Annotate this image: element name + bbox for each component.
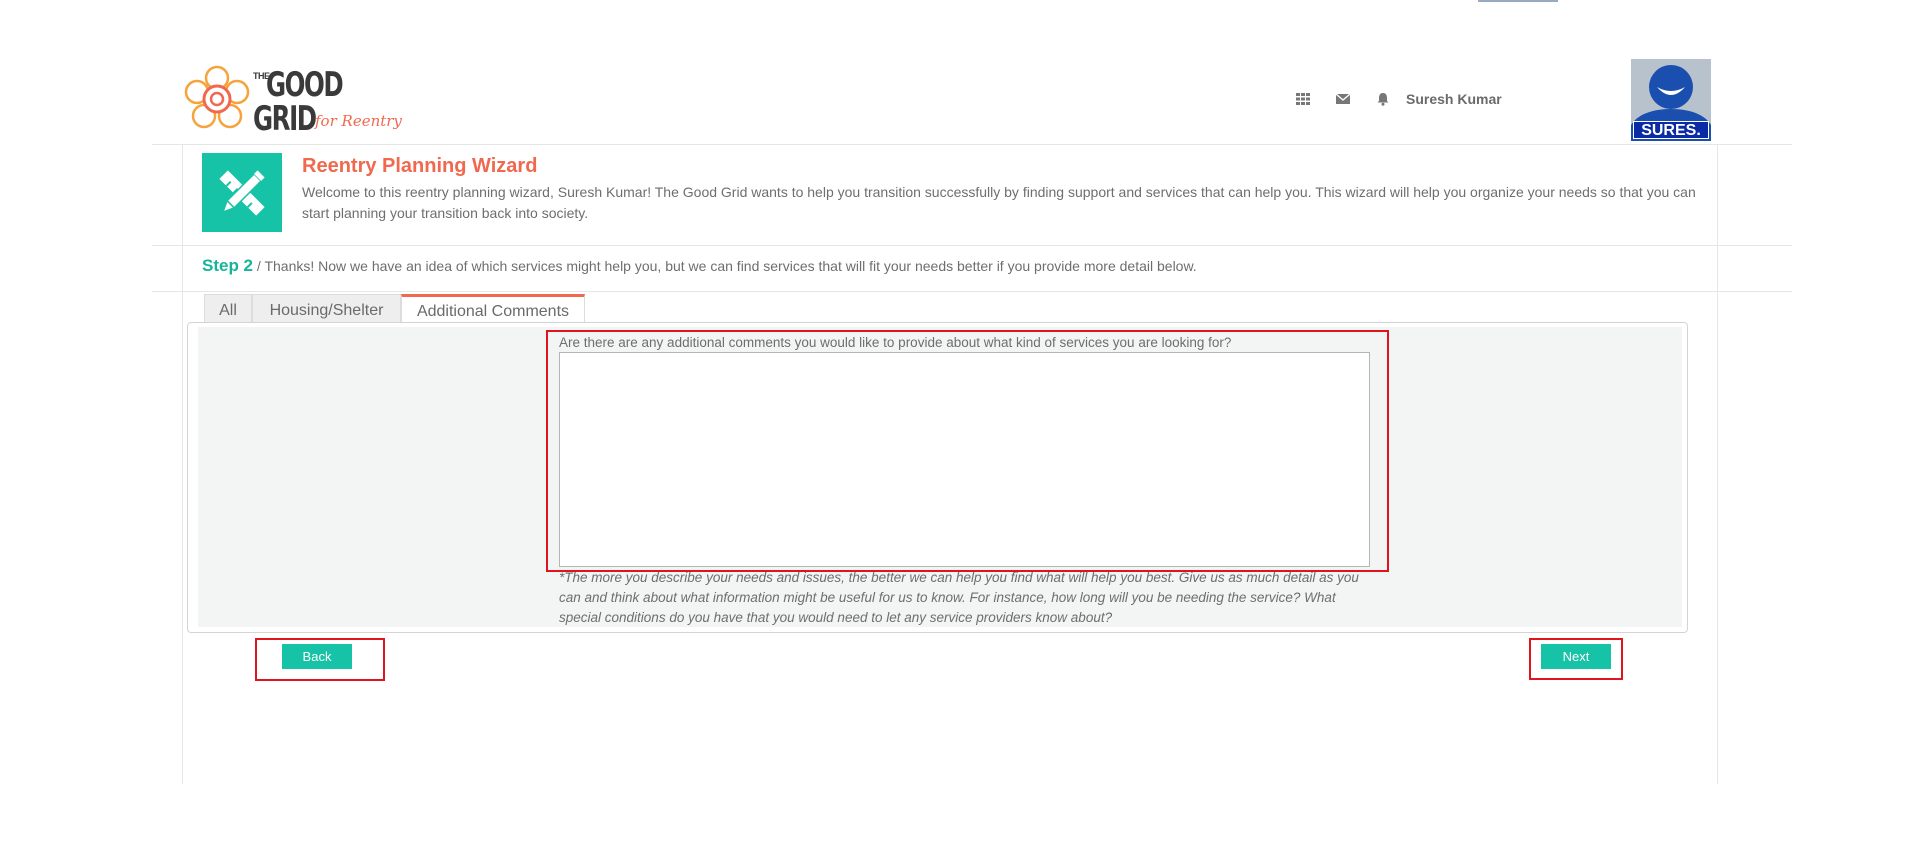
- step-text: / Thanks! Now we have an idea of which s…: [253, 258, 1197, 274]
- additional-comments-textarea[interactable]: [559, 352, 1370, 567]
- step-label: Step 2: [202, 256, 254, 275]
- header-divider: [152, 144, 1792, 145]
- bell-icon[interactable]: [1375, 92, 1391, 106]
- user-name-link[interactable]: Suresh Kumar: [1406, 91, 1502, 107]
- content-right-border: [1717, 144, 1718, 784]
- logo-word-good: GOOD: [266, 65, 344, 105]
- comments-question-label: Are there are any additional comments yo…: [559, 335, 1232, 350]
- flower-logo-icon: [184, 65, 250, 129]
- wizard-icon-tile: [202, 153, 282, 232]
- wizard-description: Welcome to this reentry planning wizard,…: [302, 184, 1696, 221]
- step-indicator: Step 2 / Thanks! Now we have an idea of …: [202, 256, 1197, 276]
- tab-housing-shelter[interactable]: Housing/Shelter: [252, 294, 401, 325]
- logo-tagline: for Reentry: [315, 112, 402, 130]
- back-button[interactable]: Back: [282, 644, 352, 669]
- intro-divider: [152, 245, 1792, 246]
- grid-icon[interactable]: [1295, 92, 1311, 106]
- comments-hint: *The more you describe your needs and is…: [559, 570, 1359, 625]
- tab-all[interactable]: All: [204, 294, 252, 325]
- logo-word-the: THE: [253, 71, 270, 81]
- content-left-border: [182, 144, 183, 784]
- logo-word-grid: GRID: [253, 99, 317, 139]
- avatar[interactable]: SURES.: [1631, 59, 1711, 141]
- envelope-icon[interactable]: [1335, 92, 1351, 106]
- wizard-title: Reentry Planning Wizard: [302, 155, 538, 177]
- tab-additional-comments[interactable]: Additional Comments: [401, 294, 585, 325]
- next-button[interactable]: Next: [1541, 644, 1611, 669]
- top-strip: [1478, 0, 1558, 2]
- avatar-label: SURES.: [1633, 121, 1709, 139]
- pencil-ruler-icon: [219, 170, 265, 216]
- good-grid-logo[interactable]: THE GOOD GRID for Reentry: [182, 64, 402, 138]
- step-divider: [152, 291, 1792, 292]
